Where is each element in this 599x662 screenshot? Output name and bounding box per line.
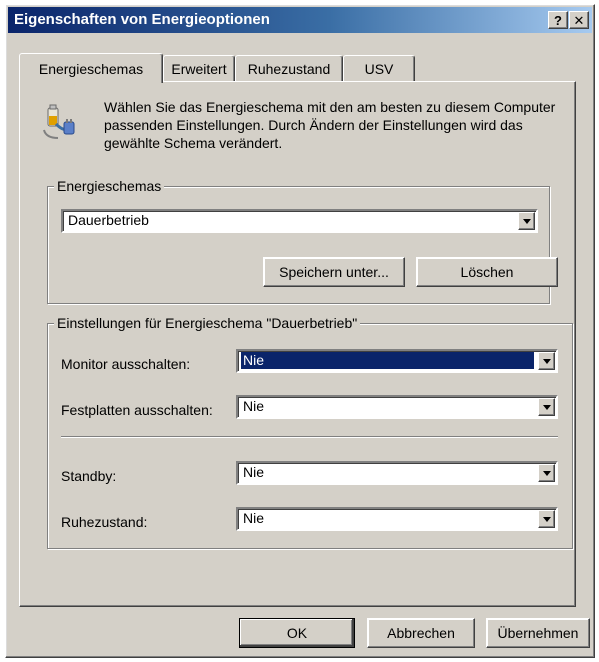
cancel-button[interactable]: Abbrechen [367,618,475,648]
monitor-off-select[interactable]: Nie [236,349,558,373]
standby-value: Nie [243,464,265,480]
tab-panel-energieschemas: Wählen Sie das Energieschema mit den am … [19,81,576,607]
disks-off-value: Nie [243,398,265,414]
settings-group-label: Einstellungen für Energieschema "Dauerbe… [54,315,361,331]
scheme-select[interactable]: Dauerbetrieb [61,209,538,233]
title-bar[interactable]: Eigenschaften von Energieoptionen ? ✕ [8,7,592,33]
tab-ruhezustand[interactable]: Ruhezustand [235,55,343,81]
tab-label: Ruhezustand [247,60,331,77]
power-options-dialog: Eigenschaften von Energieoptionen ? ✕ En… [5,4,595,658]
chevron-down-icon[interactable] [518,212,535,230]
disks-off-select[interactable]: Nie [236,395,558,419]
apply-button[interactable]: Übernehmen [486,618,590,648]
close-button[interactable]: ✕ [569,11,589,29]
tab-usv[interactable]: USV [343,55,415,81]
schemes-group-label: Energieschemas [54,178,165,194]
intro-description: Wählen Sie das Energieschema mit den am … [104,99,556,151]
tab-label: Energieschemas [38,60,144,77]
tab-energieschemas[interactable]: Energieschemas [19,53,163,83]
ok-button[interactable]: OK [239,618,355,648]
monitor-off-label: Monitor ausschalten: [61,356,191,372]
tab-label: USV [364,60,394,77]
save-as-button[interactable]: Speichern unter... [263,257,405,287]
standby-label: Standby: [61,468,117,484]
tab-label: Erweitert [171,60,227,77]
standby-select[interactable]: Nie [236,461,558,485]
chevron-down-icon[interactable] [538,464,555,482]
chevron-down-icon[interactable] [538,398,555,416]
tab-erweitert[interactable]: Erweitert [163,55,235,81]
window-title: Eigenschaften von Energieoptionen [14,11,270,28]
hibernate-value: Nie [243,510,265,526]
hibernate-label: Ruhezustand: [61,514,148,530]
chevron-down-icon[interactable] [538,352,555,370]
power-plug-battery-icon [43,104,75,139]
delete-button[interactable]: Löschen [416,257,558,287]
monitor-off-value: Nie [241,352,534,369]
scheme-select-value: Dauerbetrieb [68,212,149,228]
settings-divider [61,436,558,438]
hibernate-select[interactable]: Nie [236,507,558,531]
help-button[interactable]: ? [548,11,568,29]
disks-off-label: Festplatten ausschalten: [61,402,213,418]
chevron-down-icon[interactable] [538,510,555,528]
